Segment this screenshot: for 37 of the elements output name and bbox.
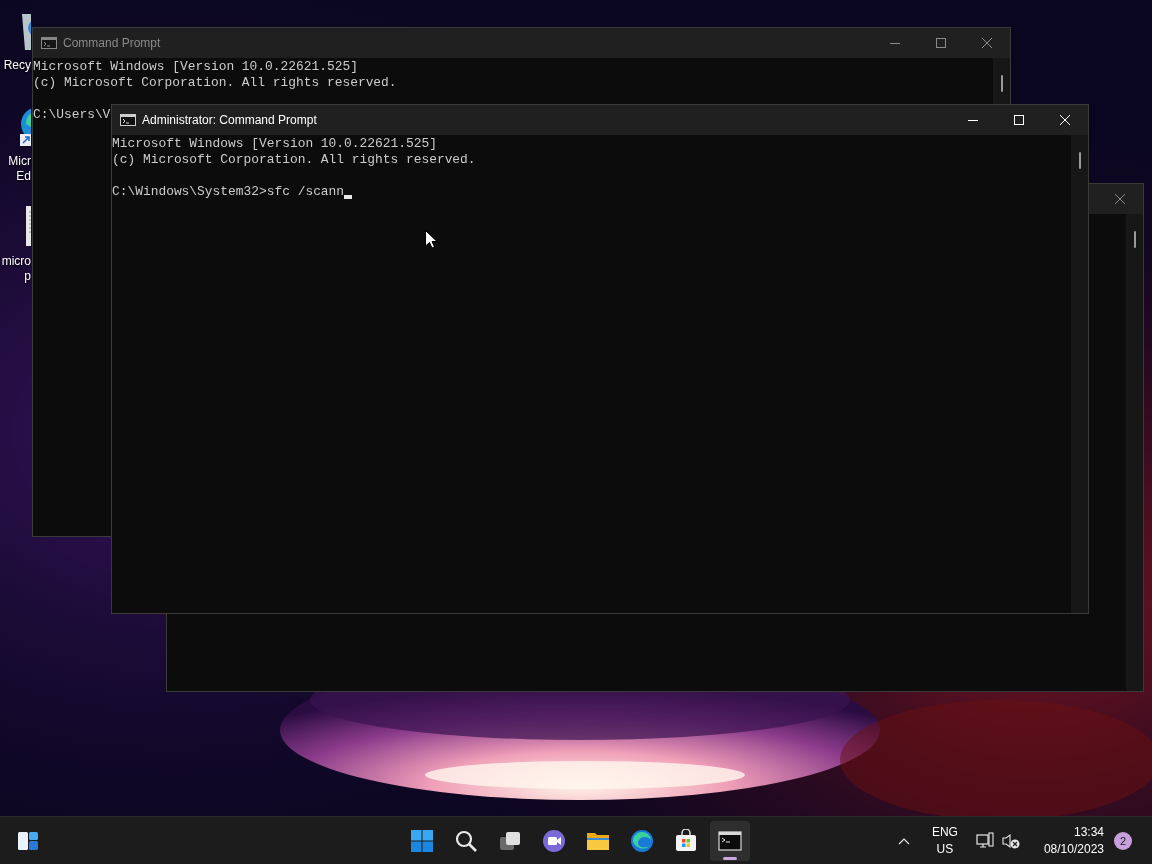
mouse-pointer-icon bbox=[425, 230, 437, 249]
desktop-icon-label[interactable]: Micr bbox=[8, 154, 31, 169]
close-icon bbox=[982, 38, 992, 48]
volume-muted-icon[interactable] bbox=[1001, 831, 1020, 850]
maximize-icon bbox=[936, 38, 946, 48]
console-line: C:\Users\V bbox=[33, 107, 111, 123]
windows-logo-icon bbox=[410, 828, 434, 853]
console-line: Microsoft Windows [Version 10.0.22621.525] bbox=[33, 59, 358, 75]
desktop-icon-label[interactable]: Recy bbox=[3, 58, 31, 73]
chevron-up-icon[interactable] bbox=[897, 836, 910, 845]
console-icon bbox=[120, 114, 136, 126]
window-title: Command Prompt bbox=[63, 36, 161, 50]
shopping-bag-icon bbox=[674, 828, 698, 853]
clock[interactable]: 13:34 08/10/2023 bbox=[1039, 823, 1108, 858]
console-line: Microsoft Windows [Version 10.0.22621.525] bbox=[112, 136, 437, 152]
close-icon bbox=[1060, 115, 1070, 125]
scrollbar-thumb[interactable] bbox=[1078, 152, 1081, 169]
network-icon[interactable] bbox=[975, 831, 994, 850]
window-title: Administrator: Command Prompt bbox=[142, 113, 317, 127]
terminal-icon bbox=[718, 828, 742, 853]
notification-badge[interactable]: 2 bbox=[1114, 831, 1132, 850]
scrollbar-thumb[interactable] bbox=[1133, 231, 1136, 248]
desktop-icon-label[interactable]: p bbox=[24, 269, 31, 284]
language-indicator[interactable]: ENG US bbox=[927, 823, 962, 858]
console-line: C:\Windows\System32>sfc /scann bbox=[112, 184, 345, 200]
desktop-icon-label[interactable]: Ed bbox=[16, 169, 31, 184]
scrollbar-thumb[interactable] bbox=[1000, 75, 1003, 92]
maximize-icon bbox=[1014, 115, 1024, 125]
browser-icon bbox=[630, 828, 654, 853]
console-line: (c) Microsoft Corporation. All rights reserved. bbox=[112, 152, 476, 168]
terminal-button[interactable] bbox=[710, 820, 750, 861]
video-camera-icon bbox=[542, 828, 566, 853]
close-icon bbox=[1115, 194, 1125, 204]
search-icon bbox=[454, 828, 478, 853]
console-icon bbox=[41, 37, 57, 49]
desktop-icon-label[interactable]: micro bbox=[1, 254, 31, 269]
console-line: (c) Microsoft Corporation. All rights reserved. bbox=[33, 75, 397, 91]
